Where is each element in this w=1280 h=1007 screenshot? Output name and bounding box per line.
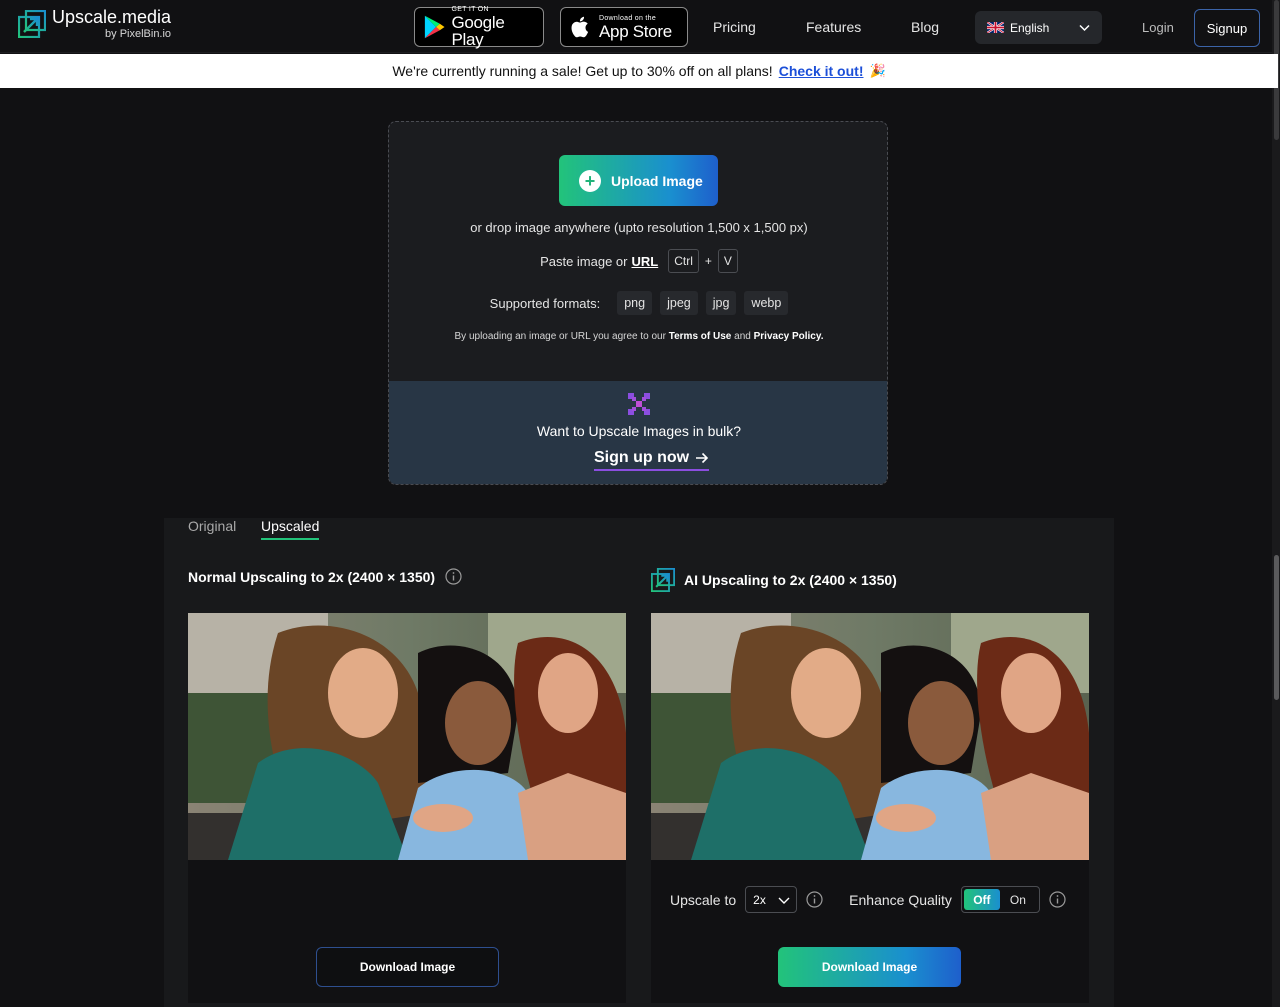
upscale-factor-value: 2x	[753, 892, 766, 907]
comparison-panel: Original Upscaled Normal Upscaling to 2x…	[164, 518, 1114, 1007]
upscale-logo-icon	[651, 568, 675, 592]
info-icon[interactable]	[806, 891, 823, 908]
google-play-icon	[424, 15, 445, 39]
url-link[interactable]: URL	[632, 254, 659, 269]
signup-button[interactable]: Signup	[1194, 9, 1260, 47]
terms-of-use-link[interactable]: Terms of Use	[669, 331, 732, 342]
toggle-on-option[interactable]: On	[1000, 889, 1036, 910]
login-link[interactable]: Login	[1142, 20, 1174, 35]
normal-upscale-photo	[188, 613, 626, 860]
normal-upscale-label: Normal Upscaling to 2x (2400 × 1350)	[188, 568, 436, 585]
download-ai-button[interactable]: Download Image	[778, 947, 961, 987]
sale-banner: We're currently running a sale! Get up t…	[0, 54, 1278, 88]
bulk-grid-icon	[628, 393, 650, 415]
format-chip: jpg	[705, 291, 737, 315]
terms-notice: By uploading an image or URL you agree t…	[389, 331, 887, 342]
upload-dropzone[interactable]: + Upload Image or drop image anywhere (u…	[388, 121, 888, 485]
bulk-promo: Want to Upscale Images in bulk? Sign up …	[389, 381, 887, 484]
key-ctrl: Ctrl	[668, 249, 699, 273]
tab-original[interactable]: Original	[188, 518, 236, 534]
format-chip: jpeg	[660, 291, 698, 315]
logo-name: Upscale.media	[52, 7, 172, 27]
toggle-off-option[interactable]: Off	[963, 889, 1000, 910]
nav-features[interactable]: Features	[806, 19, 861, 35]
photo-illustration	[651, 613, 1089, 860]
google-play-button[interactable]: GET IT ON Google Play	[414, 6, 544, 49]
app-store-big: App Store	[599, 21, 672, 41]
ai-upscale-label: AI Upscaling to 2x (2400 × 1350)	[684, 572, 897, 588]
uk-flag-icon	[987, 22, 1004, 33]
upload-image-button[interactable]: + Upload Image	[559, 155, 718, 206]
plus-icon: +	[579, 169, 601, 192]
formats-label: Supported formats:	[489, 295, 601, 311]
language-select[interactable]: English	[975, 11, 1102, 44]
google-play-small: GET IT ON	[451, 6, 489, 13]
format-chip: png	[617, 291, 653, 315]
bulk-text: Want to Upscale Images in bulk?	[536, 423, 742, 439]
normal-upscale-column: Download Image	[188, 613, 626, 1003]
normal-upscale-title: Normal Upscaling to 2x (2400 × 1350)	[188, 568, 462, 585]
ai-upscale-column: Upscale to 2x Enhance Quality Off On Dow…	[651, 613, 1089, 1003]
ai-upscale-photo	[651, 613, 1089, 860]
logo-byline: by PixelBin.io	[105, 28, 172, 40]
ai-upscale-title: AI Upscaling to 2x (2400 × 1350)	[651, 568, 897, 592]
key-v: V	[717, 249, 738, 273]
paste-label: Paste image or	[540, 253, 628, 269]
nav-blog[interactable]: Blog	[911, 19, 939, 35]
scrollbar-thumb[interactable]	[1274, 555, 1279, 700]
top-navbar: Upscale.media by PixelBin.io GET IT ON G…	[0, 0, 1280, 53]
party-icon: 🎉	[869, 63, 886, 78]
supported-formats: Supported formats: png jpeg jpg webp	[389, 291, 887, 315]
app-store-button[interactable]: Download on the App Store	[560, 7, 688, 47]
logo[interactable]: Upscale.media by PixelBin.io	[18, 8, 171, 40]
format-chip: webp	[744, 291, 789, 315]
apple-icon	[571, 16, 589, 38]
enhance-quality-label: Enhance Quality	[849, 891, 952, 908]
terms-and: and	[734, 331, 751, 342]
upscale-logo-icon	[18, 10, 46, 38]
page-scrollbar[interactable]	[1272, 0, 1280, 1007]
download-normal-button[interactable]: Download Image	[316, 947, 499, 987]
info-icon[interactable]	[445, 568, 462, 585]
nav-pricing[interactable]: Pricing	[713, 19, 756, 35]
tab-upscaled[interactable]: Upscaled	[261, 518, 320, 540]
sale-banner-link[interactable]: Check it out!	[779, 63, 864, 79]
upload-button-label: Upload Image	[611, 172, 703, 189]
enhance-quality-toggle[interactable]: Off On	[960, 886, 1040, 913]
privacy-policy-link[interactable]: Privacy Policy.	[754, 331, 824, 342]
language-label: English	[1010, 20, 1050, 35]
paste-row: Paste image or URL Ctrl + V	[389, 249, 887, 273]
sale-banner-text: We're currently running a sale! Get up t…	[392, 63, 773, 79]
info-icon[interactable]	[1049, 891, 1066, 908]
arrow-right-icon	[696, 452, 709, 464]
key-plus: +	[704, 254, 712, 268]
signup-now-link[interactable]: Sign up now	[594, 449, 710, 471]
drop-hint: or drop image anywhere (upto resolution …	[470, 220, 808, 235]
upscale-factor-select[interactable]: 2x	[745, 886, 798, 913]
photo-illustration	[188, 613, 626, 860]
chevron-down-icon	[1079, 24, 1090, 32]
app-store-small: Download on the	[599, 14, 657, 22]
chevron-down-icon	[778, 897, 790, 904]
terms-prefix: By uploading an image or URL you agree t…	[454, 331, 666, 342]
upscale-controls: Upscale to 2x Enhance Quality Off On	[670, 886, 1066, 913]
signup-now-label: Sign up now	[594, 449, 690, 466]
google-play-big: Google Play	[451, 13, 505, 49]
upscale-to-label: Upscale to	[670, 891, 737, 908]
